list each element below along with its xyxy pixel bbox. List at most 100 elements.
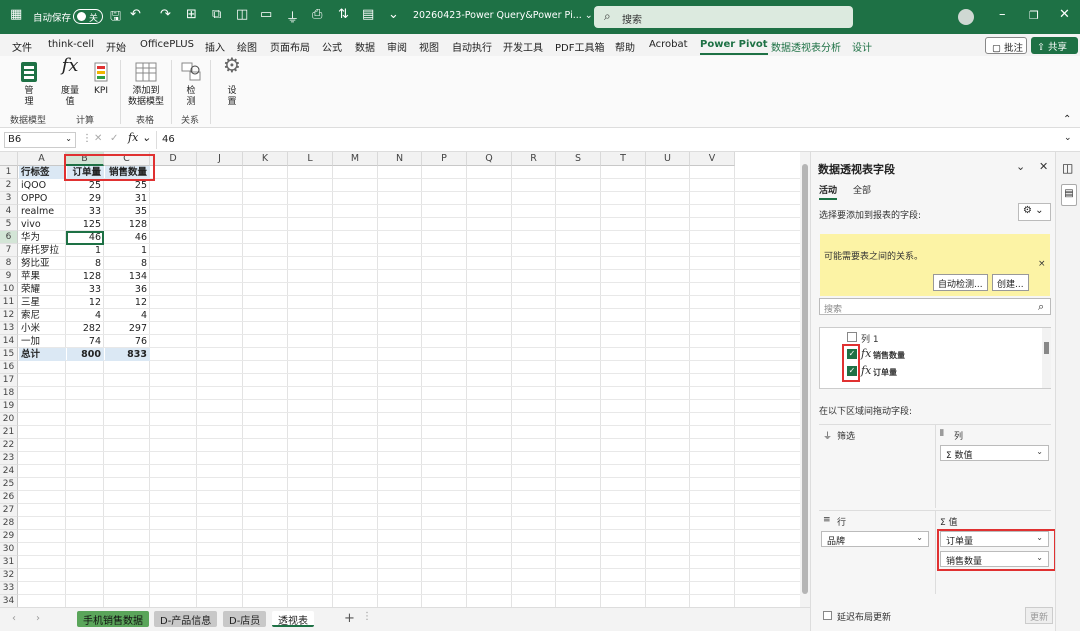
field-list-settings[interactable]: ⚙ ⌄ [1018,203,1051,221]
row-label-cell[interactable]: 华为 [19,231,66,244]
row-header-21[interactable]: 21 [0,426,18,439]
name-box[interactable]: B6 ⌄ [4,132,76,148]
dismiss-notice-icon[interactable]: × [1038,259,1046,269]
row-header-18[interactable]: 18 [0,387,18,400]
add-to-data-model-button[interactable]: 添加到 数据模型 [124,60,168,108]
share-button[interactable]: ⇪ 共享 [1031,37,1078,54]
row-header-24[interactable]: 24 [0,465,18,478]
value-cell[interactable]: 46 [105,231,150,244]
row-header-5[interactable]: 5 [0,218,18,231]
tab-help[interactable]: 帮助 [615,39,635,54]
row-header-32[interactable]: 32 [0,569,18,582]
row-header-2[interactable]: 2 [0,179,18,192]
avatar[interactable] [958,9,974,25]
row-label-cell[interactable]: 苹果 [19,270,66,283]
row-header-16[interactable]: 16 [0,361,18,374]
pane-options-icon[interactable]: ⌄ [1016,160,1025,173]
field-search-input[interactable]: 搜索 ⌕ [819,298,1051,315]
tab-review[interactable]: 审阅 [387,39,407,54]
row-header-26[interactable]: 26 [0,491,18,504]
grand-total-cell[interactable]: 800 [67,348,104,361]
row-header-7[interactable]: 7 [0,244,18,257]
row-header-31[interactable]: 31 [0,556,18,569]
grand-total-cell[interactable]: 833 [105,348,150,361]
row-header-6[interactable]: 6 [0,231,18,244]
restore-icon[interactable]: ❐ [1029,9,1039,22]
row-label-cell[interactable]: 小米 [19,322,66,335]
row-header-34[interactable]: 34 [0,595,18,607]
filters-area[interactable]: ⏚ 筛选 [819,424,935,508]
row-header-4[interactable]: 4 [0,205,18,218]
value-cell[interactable]: 8 [67,257,104,270]
row-header-1[interactable]: 1 [0,166,18,179]
camera-icon[interactable]: ◫ [236,7,248,22]
value-cell[interactable]: 12 [67,296,104,309]
rows-area[interactable]: ≡ 行 品牌 ⌄ [819,510,935,594]
value-cell[interactable]: 33 [67,283,104,296]
value-cell[interactable]: 134 [105,270,150,283]
row-header-20[interactable]: 20 [0,413,18,426]
field-checkbox-col1[interactable] [847,332,857,342]
save-icon[interactable]: 🖫 [110,7,121,29]
column-header-A[interactable]: A [18,152,66,166]
measures-button[interactable]: fx 度量 值 [55,57,85,108]
expand-formula-icon[interactable]: ⌄ [1064,133,1072,143]
grand-total-cell[interactable]: 总计 [19,348,66,361]
sheet-tab-pivot[interactable]: 透视表 [272,611,314,627]
rows-brand-field[interactable]: 品牌 ⌄ [821,531,929,547]
tab-insert[interactable]: 插入 [205,39,225,54]
row-label-cell[interactable]: realme [19,205,66,218]
autosave-toggle[interactable]: 关 [73,9,103,24]
tab-file[interactable]: 文件 [12,39,32,54]
column-header-R[interactable]: R [512,152,556,166]
columns-values-field[interactable]: Σ 数值 ⌄ [940,445,1049,461]
tab-think-cell[interactable]: think-cell [48,39,94,50]
cancel-icon[interactable]: ✕ [94,133,102,144]
row-header-29[interactable]: 29 [0,530,18,543]
formula-input[interactable]: 46 [162,134,175,145]
tab-pivot-analyze[interactable]: 数据透视表分析 [771,39,841,54]
redo-icon[interactable]: ↷ [160,7,171,22]
row-header-12[interactable]: 12 [0,309,18,322]
column-header-M[interactable]: M [333,152,378,166]
tab-data[interactable]: 数据 [355,39,375,54]
row-header-30[interactable]: 30 [0,543,18,556]
value-cell[interactable]: 35 [105,205,150,218]
file-title[interactable]: 20260423-Power Query&Power Pi... ⌄ [413,10,593,21]
value-cell[interactable]: 36 [105,283,150,296]
customize-icon[interactable]: ⌄ [388,7,399,22]
row-header-33[interactable]: 33 [0,582,18,595]
column-header-N[interactable]: N [378,152,422,166]
create-relationship-button[interactable]: 创建... [992,274,1029,291]
quick-access-icon[interactable]: ⊞ [186,7,197,22]
column-header-J[interactable]: J [197,152,243,166]
value-cell[interactable]: 128 [67,270,104,283]
value-cell[interactable]: 1 [105,244,150,257]
row-header-28[interactable]: 28 [0,517,18,530]
row-header-15[interactable]: 15 [0,348,18,361]
sheet-tab-product[interactable]: D-产品信息 [154,611,218,627]
worksheet-grid[interactable]: ABCDJKLMNPQRSTUV 1 2 3 4 5 6 7 8 9 10 11 12 13 14 15 16… [0,152,800,607]
tab-developer[interactable]: 开发工具 [503,39,543,54]
column-header-D[interactable]: D [150,152,197,166]
value-cell[interactable]: 8 [105,257,150,270]
pane-close-icon[interactable]: ✕ [1039,160,1048,173]
field-list-panel-icon[interactable]: ▤ [1061,184,1077,206]
row-header-13[interactable]: 13 [0,322,18,335]
prev-sheet-icon[interactable]: ‹ [12,613,16,624]
value-cell[interactable]: 12 [105,296,150,309]
row-header-23[interactable]: 23 [0,452,18,465]
row-header-11[interactable]: 11 [0,296,18,309]
row-header-9[interactable]: 9 [0,270,18,283]
row-label-cell[interactable]: 荣耀 [19,283,66,296]
filter-icon[interactable]: ⏚ [286,7,299,26]
update-button[interactable]: 更新 [1025,607,1054,624]
manage-button[interactable]: 管 理 [12,60,46,108]
tab-power-pivot[interactable]: Power Pivot [700,39,768,55]
row-label-cell[interactable]: vivo [19,218,66,231]
row-header-25[interactable]: 25 [0,478,18,491]
insert-function-icon[interactable]: fx ⌄ [128,131,151,144]
row-header-10[interactable]: 10 [0,283,18,296]
value-cell[interactable]: 76 [105,335,150,348]
tab-view[interactable]: 视图 [419,39,439,54]
